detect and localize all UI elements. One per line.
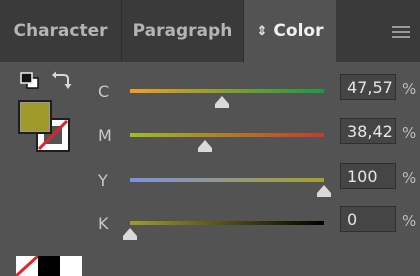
- magenta-label: M: [98, 126, 112, 145]
- magenta-value-input[interactable]: 38,42: [340, 118, 396, 144]
- yellow-slider-track[interactable]: [130, 178, 324, 182]
- yellow-slider-thumb[interactable]: [317, 185, 331, 197]
- black-slider-track[interactable]: [130, 221, 324, 225]
- fill-swatch[interactable]: [18, 100, 52, 134]
- black-percent-label: %: [402, 212, 417, 230]
- quick-swatches: [16, 256, 86, 276]
- black-value-input[interactable]: 0: [340, 206, 396, 232]
- magenta-slider-track[interactable]: [130, 133, 324, 137]
- yellow-value-input[interactable]: 100: [340, 163, 396, 189]
- black-slider-thumb[interactable]: [123, 228, 137, 240]
- slider-row-black: K 0 %: [0, 206, 420, 246]
- yellow-percent-label: %: [402, 169, 417, 187]
- cyan-value-input[interactable]: 47,57: [340, 74, 396, 100]
- tab-color-label: Color: [273, 21, 324, 41]
- white-swatch[interactable]: [60, 256, 82, 276]
- tab-color[interactable]: ⇕ Color: [244, 0, 336, 62]
- magenta-percent-label: %: [402, 124, 417, 142]
- magenta-slider-thumb[interactable]: [197, 140, 212, 152]
- cyan-percent-label: %: [402, 80, 417, 98]
- black-swatch[interactable]: [38, 256, 60, 276]
- tab-character[interactable]: Character: [0, 0, 122, 62]
- cyan-label: C: [98, 82, 110, 101]
- black-label: K: [98, 214, 109, 233]
- slider-row-cyan: C 47,57 %: [0, 74, 420, 114]
- tab-character-label: Character: [13, 21, 108, 41]
- tab-paragraph-label: Paragraph: [132, 21, 233, 41]
- panel-menu-icon[interactable]: [392, 26, 410, 38]
- yellow-label: Y: [98, 171, 108, 190]
- slider-row-yellow: Y 100 %: [0, 163, 420, 203]
- none-swatch[interactable]: [16, 256, 38, 276]
- tab-paragraph[interactable]: Paragraph: [122, 0, 244, 62]
- cyan-slider-track[interactable]: [130, 89, 324, 93]
- panel-tab-bar: Character Paragraph ⇕ Color: [0, 0, 420, 62]
- cyan-slider-thumb[interactable]: [215, 96, 230, 108]
- tab-arrows-icon: ⇕: [256, 23, 268, 39]
